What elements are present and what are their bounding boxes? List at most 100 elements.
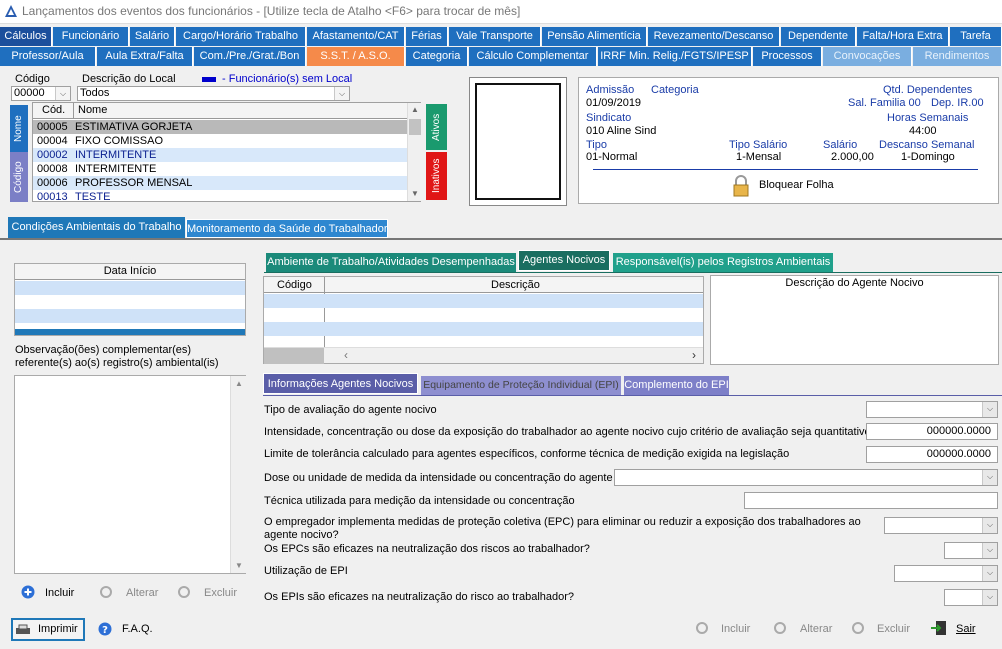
row-nome: INTERMITENTE — [75, 149, 157, 161]
chevron-up-icon[interactable]: ▲ — [411, 105, 419, 114]
tab-sst-aso[interactable]: S.S.T. / A.S.O. — [307, 47, 405, 66]
vtab-inativos[interactable]: Inativos — [426, 152, 447, 200]
tab-vale-transporte[interactable]: Vale Transporte — [449, 27, 541, 46]
tab-ferias[interactable]: Férias — [406, 27, 448, 46]
tipo-avaliacao-select[interactable]: ⌵ — [866, 401, 998, 418]
tab-salario[interactable]: Salário — [130, 27, 175, 46]
chevron-down-icon[interactable]: ▼ — [411, 189, 419, 198]
incluir-button[interactable]: Incluir — [721, 623, 750, 635]
row-cod: 00006 — [37, 177, 68, 189]
tecnica-input[interactable] — [744, 492, 998, 509]
photo-placeholder — [475, 83, 561, 200]
chevron-up-icon[interactable]: ▲ — [235, 379, 243, 388]
chevron-down-icon[interactable]: ⌵ — [982, 566, 997, 581]
agentes-hscrollbar[interactable]: ‹ › — [264, 347, 703, 364]
table-row[interactable] — [264, 322, 703, 336]
descricao-select[interactable]: Todos ⌵ — [77, 86, 350, 101]
tab-com-pre[interactable]: Com./Pre./Grat./Bon — [194, 47, 306, 66]
legend-swatch — [202, 77, 216, 82]
imprimir-button[interactable]: Imprimir — [11, 618, 85, 641]
employee-scrollbar[interactable]: ▲ ▼ — [407, 103, 421, 201]
epc-eficaz-select[interactable]: ⌵ — [944, 542, 998, 559]
table-row[interactable]: 00006 PROFESSOR MENSAL — [33, 176, 407, 190]
tab-revezamento[interactable]: Revezamento/Descanso — [648, 27, 780, 46]
section-divider — [0, 238, 1002, 240]
tab-condicoes-ambientais[interactable]: Condições Ambientais do Trabalho — [8, 217, 185, 238]
tab-epi[interactable]: Equipamento de Proteção Individual (EPI) — [421, 376, 621, 395]
table-row[interactable]: 00005 ESTIMATIVA GORJETA — [33, 120, 407, 134]
tab-aula-extra[interactable]: Aula Extra/Falta — [97, 47, 193, 66]
epc-select[interactable]: ⌵ — [884, 517, 998, 534]
tab-monitoramento-saude[interactable]: Monitoramento da Saúde do Trabalhador — [186, 219, 388, 238]
codigo-select[interactable]: 00000 ⌵ — [11, 86, 71, 101]
tab-convocacoes[interactable]: Convocações — [823, 47, 912, 66]
tab-info-agentes[interactable]: Informações Agentes Nocivos — [263, 373, 418, 394]
legend-label: - Funcionário(s) sem Local — [222, 73, 353, 85]
chevron-down-icon[interactable]: ⌵ — [982, 518, 997, 533]
excluir-button[interactable]: Excluir — [877, 623, 910, 635]
agente-descricao-box[interactable]: Descrição do Agente Nocivo — [710, 275, 999, 365]
tab-dependente[interactable]: Dependente — [781, 27, 856, 46]
textarea-scrollbar[interactable]: ▲ ▼ — [230, 376, 246, 573]
table-row[interactable] — [264, 294, 703, 308]
row-nome: FIXO COMISSAO — [75, 135, 164, 147]
tab-rendimentos[interactable]: Rendimentos — [913, 47, 1002, 66]
tab-calculos[interactable]: Cálculos — [0, 27, 52, 46]
tab-processos[interactable]: Processos — [753, 47, 822, 66]
utilizacao-epi-select[interactable]: ⌵ — [894, 565, 998, 582]
table-row[interactable] — [15, 309, 245, 323]
intensidade-input[interactable]: 000000.0000 — [866, 423, 998, 440]
chevron-down-icon[interactable]: ⌵ — [982, 470, 997, 485]
tab-afastamento[interactable]: Afastamento/CAT — [307, 27, 405, 46]
tab-professor[interactable]: Professor/Aula — [0, 47, 96, 66]
tab-cargo[interactable]: Cargo/Horário Trabalho — [176, 27, 306, 46]
chevron-down-icon[interactable]: ⌵ — [982, 590, 997, 605]
vtab-codigo[interactable]: Código — [10, 152, 28, 202]
tab-irrf[interactable]: IRRF Min. Relig./FGTS/IPESP — [598, 47, 752, 66]
bloquear-folha-button[interactable]: Bloquear Folha — [759, 179, 834, 191]
chevron-down-icon[interactable]: ⌵ — [982, 402, 997, 417]
tab-tarefa[interactable]: Tarefa — [950, 27, 1002, 46]
vtab-nome[interactable]: Nome — [10, 105, 28, 152]
left-alterar-button[interactable]: Alterar — [126, 587, 158, 599]
alterar-button[interactable]: Alterar — [800, 623, 832, 635]
dose-unidade-select[interactable]: ⌵ — [614, 469, 998, 486]
left-incluir-button[interactable]: Incluir — [45, 587, 74, 599]
chevron-down-icon[interactable]: ⌵ — [334, 87, 349, 100]
table-row[interactable]: 00002 INTERMITENTE — [33, 148, 407, 162]
chevron-down-icon[interactable]: ⌵ — [982, 543, 997, 558]
chevron-right-icon[interactable]: › — [692, 348, 696, 362]
scrollbar-thumb[interactable] — [409, 119, 421, 135]
observacao-label: Observação(ões) complementar(es) referen… — [15, 344, 219, 369]
vtab-ativos[interactable]: Ativos — [426, 104, 447, 150]
limite-tolerancia-input[interactable]: 000000.0000 — [866, 446, 998, 463]
epi-eficaz-select[interactable]: ⌵ — [944, 589, 998, 606]
sair-button[interactable]: Sair — [956, 623, 976, 635]
tab-falta[interactable]: Falta/Hora Extra — [857, 27, 949, 46]
chevron-left-icon[interactable]: ‹ — [344, 348, 348, 362]
tab-agentes-nocivos[interactable]: Agentes Nocivos — [518, 250, 610, 271]
tab-ambiente-trabalho[interactable]: Ambiente de Trabalho/Atividades Desempen… — [266, 253, 516, 272]
faq-button[interactable]: F.A.Q. — [122, 623, 153, 635]
table-row[interactable]: 00004 FIXO COMISSAO — [33, 134, 407, 148]
observacao-textarea[interactable]: ▲ ▼ — [14, 375, 246, 574]
table-row[interactable]: 00008 INTERMITENTE — [33, 162, 407, 176]
horas-label: Horas Semanais — [887, 112, 969, 124]
horas-value: 44:00 — [909, 125, 937, 137]
tab-responsaveis[interactable]: Responsável(is) pelos Registros Ambienta… — [613, 253, 833, 272]
descricao-local-label: Descrição do Local — [82, 73, 176, 85]
data-inicio-header: Data Início — [15, 264, 245, 280]
left-excluir-button[interactable]: Excluir — [204, 587, 237, 599]
chevron-down-icon[interactable]: ▼ — [235, 561, 243, 570]
tab-complemento-epi[interactable]: Complemento do EPI — [624, 376, 729, 395]
chevron-down-icon[interactable]: ⌵ — [55, 87, 70, 100]
table-row[interactable] — [15, 281, 245, 295]
tab-calculo-complementar[interactable]: Cálculo Complementar — [469, 47, 597, 66]
photo-frame[interactable] — [469, 77, 567, 206]
table-row[interactable]: 00013 TESTE — [33, 190, 407, 204]
tab-funcionario[interactable]: Funcionário — [53, 27, 129, 46]
qtd-dependentes-label: Qtd. Dependentes — [883, 84, 973, 96]
sal-familia: Sal. Familia 00 — [848, 97, 921, 109]
tab-categoria[interactable]: Categoria — [406, 47, 468, 66]
tab-pensao[interactable]: Pensão Alimentícia — [542, 27, 647, 46]
